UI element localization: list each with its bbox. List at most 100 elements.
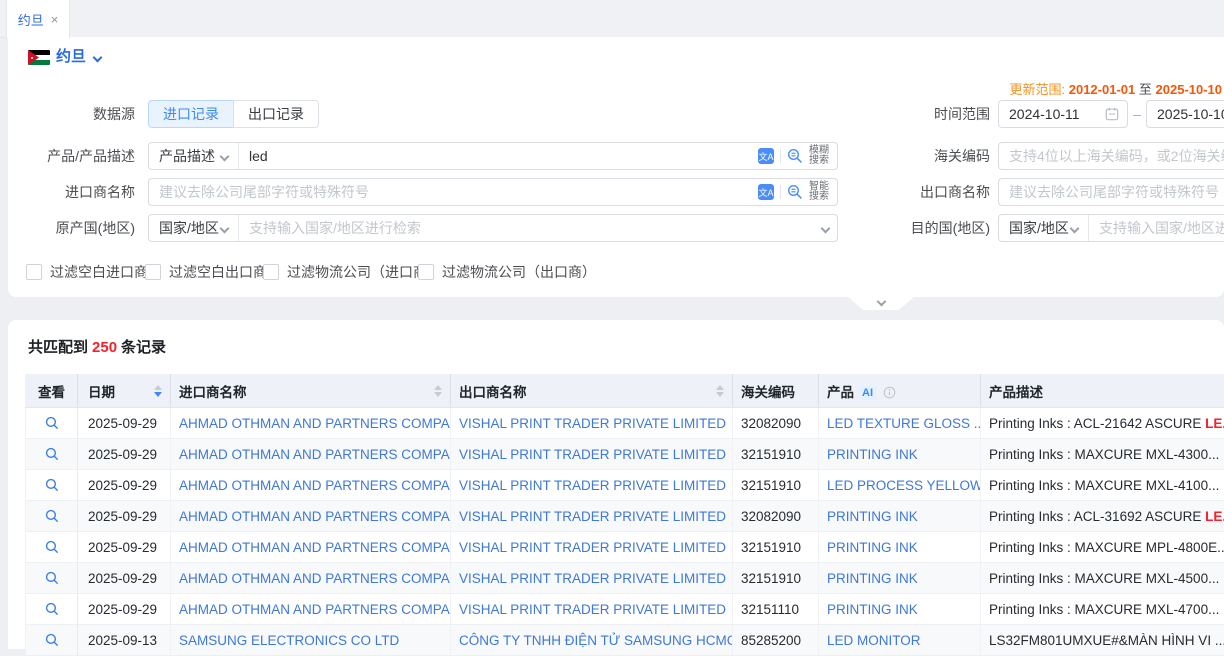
row-description: Printing Inks : MAXCURE MXL-4500... [981, 563, 1224, 594]
filter-blank-importer: 过滤空白进口商 [26, 262, 148, 282]
row-description: Printing Inks : MAXCURE MXL-4100... [981, 470, 1224, 501]
translate-icon[interactable]: 文A [758, 184, 774, 200]
exporter-link[interactable]: VISHAL PRINT TRADER PRIVATE LIMITED [459, 571, 726, 586]
product-link[interactable]: LED TEXTURE GLOSS ... [827, 416, 981, 431]
row-description: Printing Inks : ACL-31692 ASCURE LE... [981, 501, 1224, 532]
exporter-link[interactable]: VISHAL PRINT TRADER PRIVATE LIMITED [459, 602, 726, 617]
product-link[interactable]: LED MONITOR [827, 633, 921, 648]
checkbox[interactable] [418, 264, 434, 280]
row-description: Printing Inks : ACL-21642 ASCURE LE... [981, 408, 1224, 439]
row-description: LS32FM801UMXUE#&MÀN HÌNH VI ... [981, 625, 1224, 656]
importer-link[interactable]: AHMAD OTHMAN AND PARTNERS COMPA... [179, 416, 451, 431]
date-start-input-wrap [998, 100, 1128, 128]
table-row: 2025-09-29 AHMAD OTHMAN AND PARTNERS COM… [26, 439, 1224, 470]
exporter-link[interactable]: VISHAL PRINT TRADER PRIVATE LIMITED [459, 447, 726, 462]
exporter-link[interactable]: VISHAL PRINT TRADER PRIVATE LIMITED [459, 509, 726, 524]
importer-link[interactable]: AHMAD OTHMAN AND PARTNERS COMPA... [179, 571, 451, 586]
info-icon[interactable] [883, 386, 896, 399]
importer-link[interactable]: AHMAD OTHMAN AND PARTNERS COMPA... [179, 509, 451, 524]
svg-text:文A: 文A [758, 187, 773, 198]
product-link[interactable]: PRINTING INK [827, 540, 918, 555]
exporter-link[interactable]: CÔNG TY TNHH ĐIỆN TỬ SAMSUNG HCMC... [459, 633, 733, 648]
sort-exporter[interactable] [716, 385, 724, 397]
smart-search-icon[interactable] [787, 184, 803, 200]
view-record-icon[interactable] [26, 408, 77, 438]
product-link[interactable]: PRINTING INK [827, 602, 918, 617]
fuzzy-search-icon[interactable] [787, 148, 803, 164]
row-description: Printing Inks : MAXCURE MXL-4300... [981, 439, 1224, 470]
hs-code-label: 海关编码 [860, 142, 990, 170]
tab-jordan[interactable]: 约旦 × [6, 0, 70, 38]
table-row: 2025-09-29 AHMAD OTHMAN AND PARTNERS COM… [26, 408, 1224, 439]
product-link[interactable]: PRINTING INK [827, 509, 918, 524]
hs-code-input[interactable] [999, 144, 1224, 168]
translate-icon[interactable]: 文A [758, 148, 774, 164]
row-date: 2025-09-13 [78, 625, 171, 656]
export-records-toggle[interactable]: 出口记录 [233, 100, 319, 128]
view-record-icon[interactable] [26, 625, 77, 655]
importer-link[interactable]: AHMAD OTHMAN AND PARTNERS COMPA... [179, 478, 451, 493]
close-icon[interactable]: × [51, 13, 59, 26]
origin-country-group: 国家/地区 [148, 214, 838, 242]
results-table: 查看 日期 进口商名称 出口商名称 海关编码 产品AI [25, 374, 1224, 656]
date-end-input[interactable] [1147, 102, 1224, 126]
filter-logistics-importer: 过滤物流公司（进口商） [263, 262, 441, 282]
product-link[interactable]: LED PROCESS YELLOW... [827, 478, 981, 493]
date-start-input[interactable] [999, 102, 1105, 126]
row-description: Printing Inks : MAXCURE MXL-4700... [981, 594, 1224, 625]
exporter-link[interactable]: VISHAL PRINT TRADER PRIVATE LIMITED [459, 540, 726, 555]
sort-importer[interactable] [434, 385, 442, 397]
update-range-label: 更新范围: [1009, 82, 1065, 97]
exporter-input[interactable] [999, 180, 1224, 204]
row-hs-code: 32151910 [733, 563, 819, 594]
jordan-flag-icon [28, 50, 50, 65]
exporter-link[interactable]: VISHAL PRINT TRADER PRIVATE LIMITED [459, 478, 726, 493]
product-type-select[interactable]: 产品描述 [149, 143, 239, 169]
smart-search-label[interactable]: 智能搜索 [809, 182, 829, 202]
import-records-toggle[interactable]: 进口记录 [148, 100, 234, 128]
time-range-label: 时间范围 [860, 100, 990, 128]
header-date: 日期 [78, 374, 171, 408]
exporter-link[interactable]: VISHAL PRINT TRADER PRIVATE LIMITED [459, 416, 726, 431]
view-record-icon[interactable] [26, 439, 77, 469]
view-cell [26, 532, 78, 563]
dest-country-input[interactable] [1089, 216, 1224, 240]
dest-country-select[interactable]: 国家/地区 [999, 215, 1089, 241]
table-header-row: 查看 日期 进口商名称 出口商名称 海关编码 产品AI [26, 374, 1224, 408]
importer-link[interactable]: AHMAD OTHMAN AND PARTNERS COMPA... [179, 540, 451, 555]
view-record-icon[interactable] [26, 532, 77, 562]
view-record-icon[interactable] [26, 470, 77, 500]
origin-country-select[interactable]: 国家/地区 [149, 215, 239, 241]
checkbox[interactable] [145, 264, 161, 280]
importer-link[interactable]: SAMSUNG ELECTRONICS CO LTD [179, 633, 399, 648]
checkbox[interactable] [263, 264, 279, 280]
fuzzy-search-label[interactable]: 模糊搜索 [809, 146, 829, 166]
importer-link[interactable]: AHMAD OTHMAN AND PARTNERS COMPA... [179, 602, 451, 617]
checkbox[interactable] [26, 264, 42, 280]
view-record-icon[interactable] [26, 501, 77, 531]
origin-country-input[interactable] [239, 216, 822, 240]
view-record-icon[interactable] [26, 594, 77, 624]
update-range-to: 至 [1139, 82, 1152, 97]
row-date: 2025-09-29 [78, 532, 171, 563]
view-record-icon[interactable] [26, 563, 77, 593]
country-selector-label[interactable]: 约旦 [56, 46, 86, 68]
product-link[interactable]: PRINTING INK [827, 571, 918, 586]
importer-input[interactable] [149, 180, 758, 204]
product-link[interactable]: PRINTING INK [827, 447, 918, 462]
view-cell [26, 501, 78, 532]
match-count: 250 [88, 339, 121, 356]
row-hs-code: 85285200 [733, 625, 819, 656]
update-range-end: 2025-10-10 [1156, 82, 1223, 97]
collapse-panel-button[interactable] [848, 297, 914, 310]
exporter-label: 出口商名称 [860, 178, 990, 206]
importer-link[interactable]: AHMAD OTHMAN AND PARTNERS COMPA... [179, 447, 451, 462]
update-range: 更新范围: 2012-01-01 至 2025-10-10 [1009, 82, 1222, 98]
chevron-down-icon[interactable] [821, 224, 831, 234]
sort-date[interactable] [154, 385, 162, 397]
product-search-input[interactable] [239, 144, 758, 168]
svg-text:文A: 文A [758, 151, 773, 162]
row-desc-text: Printing Inks : ACL-31692 ASCURE [989, 509, 1205, 524]
calendar-icon[interactable] [1105, 107, 1119, 121]
chevron-down-icon [876, 297, 886, 307]
